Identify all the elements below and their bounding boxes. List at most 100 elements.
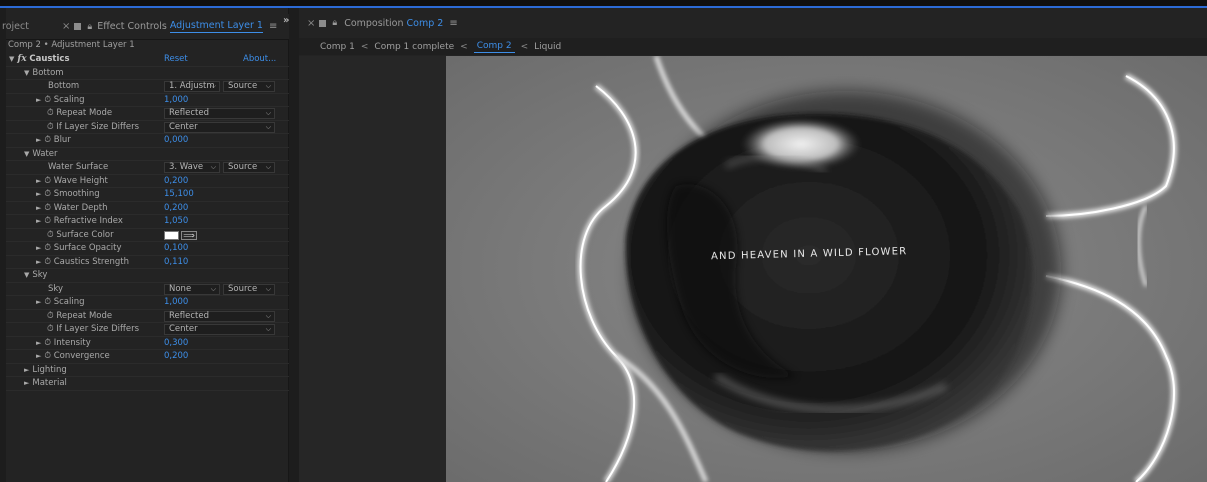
effect-row-caustics[interactable]: ▼ fx Caustics Reset About... — [6, 53, 289, 67]
close-icon[interactable]: × — [307, 18, 315, 29]
panel-menu-icon[interactable]: ≡ — [449, 18, 457, 29]
group-label: Bottom — [32, 67, 64, 78]
scaling-value[interactable]: 1,000 — [164, 95, 188, 105]
tab-layer-name[interactable]: Adjustment Layer 1 — [169, 20, 263, 33]
expand-triangle-icon[interactable]: ► — [36, 298, 41, 306]
source-dropdown[interactable]: Source ⌵ — [223, 283, 275, 295]
composition-panel: × 🔒︎ Composition Comp 2 ≡ Comp 1 < Comp … — [299, 8, 1207, 482]
layer-dropdown[interactable]: None ⌵ — [164, 283, 220, 295]
reset-link[interactable]: Reset — [164, 54, 188, 64]
expand-triangle-icon[interactable]: ► — [24, 366, 29, 374]
group-material[interactable]: ► Material — [6, 377, 289, 391]
group-water[interactable]: ▼ Water — [6, 148, 289, 161]
water-depth-value[interactable]: 0,200 — [164, 203, 188, 213]
breadcrumb-comp-2[interactable]: Comp 2 — [473, 41, 515, 53]
chevron-down-icon: ⌵ — [210, 284, 216, 293]
prop-surface-color: ⏱︎ Surface Color ⟹ — [6, 229, 289, 242]
stopwatch-icon[interactable]: ⏱︎ — [44, 216, 51, 226]
stopwatch-icon[interactable]: ⏱︎ — [47, 108, 54, 118]
stopwatch-icon[interactable]: ⏱︎ — [47, 311, 54, 321]
panel-overflow-icon[interactable]: » — [283, 15, 289, 26]
expand-triangle-icon[interactable]: ▼ — [24, 150, 29, 158]
if-layer-size-dropdown[interactable]: Center ⌵ — [164, 324, 275, 335]
stopwatch-icon[interactable]: ⏱︎ — [44, 243, 51, 253]
breadcrumb-separator: < — [460, 41, 468, 52]
stopwatch-icon[interactable]: ⏱︎ — [44, 257, 51, 267]
expand-triangle-icon[interactable]: ► — [36, 136, 41, 144]
group-lighting[interactable]: ► Lighting — [6, 364, 289, 377]
group-bottom[interactable]: ▼ Bottom — [6, 67, 289, 80]
composition-render — [446, 56, 1207, 482]
chevron-down-icon: ⌵ — [265, 325, 271, 333]
stopwatch-icon[interactable]: ⏱︎ — [47, 122, 54, 132]
panel-menu-icon[interactable]: ≡ — [269, 21, 277, 32]
expand-triangle-icon[interactable]: ► — [36, 217, 41, 225]
expand-triangle-icon[interactable]: ► — [36, 96, 41, 104]
breadcrumb: Comp 1 < Comp 1 complete < Comp 2 < Liqu… — [299, 38, 1207, 55]
eyedropper-icon[interactable]: ⟹ — [181, 230, 197, 240]
stopwatch-icon[interactable]: ⏱︎ — [44, 176, 51, 186]
layer-dropdown[interactable]: 3. Wave ⌵ — [164, 162, 220, 173]
breadcrumb-comp-1-complete[interactable]: Comp 1 complete — [374, 42, 454, 52]
expand-triangle-icon[interactable]: ► — [36, 352, 41, 360]
repeat-mode-dropdown[interactable]: Reflected ⌵ — [164, 310, 275, 322]
expand-triangle-icon[interactable]: ▼ — [9, 55, 14, 63]
color-swatch[interactable] — [164, 230, 179, 240]
prop-intensity: ► ⏱︎ Intensity 0,300 — [6, 337, 289, 350]
breadcrumb-liquid[interactable]: Liquid — [534, 42, 561, 52]
about-link[interactable]: About... — [243, 54, 276, 64]
sky-scaling-value[interactable]: 1,000 — [164, 297, 188, 307]
prop-wave-height: ► ⏱︎ Wave Height 0,200 — [6, 175, 289, 188]
surface-opacity-value[interactable]: 0,100 — [164, 243, 188, 253]
stopwatch-icon[interactable]: ⏱︎ — [47, 230, 54, 240]
repeat-mode-dropdown[interactable]: Reflected ⌵ — [164, 108, 275, 119]
expand-triangle-icon[interactable]: ► — [36, 204, 41, 212]
stopwatch-icon[interactable]: ⏱︎ — [44, 203, 51, 213]
stopwatch-icon[interactable]: ⏱︎ — [44, 351, 51, 361]
expand-triangle-icon[interactable]: ► — [36, 177, 41, 185]
prop-caustics-strength: ► ⏱︎ Caustics Strength 0,110 — [6, 256, 289, 269]
prop-sky-scaling: ► ⏱︎ Scaling 1,000 — [6, 296, 289, 310]
lock-icon[interactable]: 🔒︎ — [87, 22, 92, 32]
expand-triangle-icon[interactable]: ▼ — [24, 271, 29, 279]
top-highlight-bar — [0, 0, 1207, 8]
if-layer-size-dropdown[interactable]: Center ⌵ — [164, 121, 275, 133]
stopwatch-icon[interactable]: ⏱︎ — [47, 324, 54, 334]
expand-triangle-icon[interactable]: ► — [36, 244, 41, 252]
layer-dropdown[interactable]: 1. Adjustm ⌵ — [164, 81, 220, 92]
wave-height-value[interactable]: 0,200 — [164, 176, 188, 186]
group-sky[interactable]: ▼ Sky — [6, 269, 289, 283]
prop-water-surface: Water Surface 3. Wave ⌵ Source ⌵ — [6, 161, 289, 175]
tab-project[interactable]: roject — [2, 21, 62, 32]
expand-triangle-icon[interactable]: ► — [36, 190, 41, 198]
expand-triangle-icon[interactable]: ► — [36, 339, 41, 347]
expand-triangle-icon[interactable]: ▼ — [24, 69, 29, 77]
caustics-strength-value[interactable]: 0,110 — [164, 257, 188, 267]
expand-triangle-icon[interactable]: ► — [24, 379, 29, 387]
stopwatch-icon[interactable]: ⏱︎ — [44, 95, 51, 105]
close-icon[interactable]: × — [62, 21, 70, 32]
smoothing-value[interactable]: 15,100 — [164, 189, 194, 199]
tab-composition[interactable]: Composition — [344, 18, 403, 29]
tab-effect-controls[interactable]: Effect Controls — [97, 21, 167, 32]
chevron-down-icon: ⌵ — [265, 122, 271, 131]
stopwatch-icon[interactable]: ⏱︎ — [44, 338, 51, 348]
refractive-index-value[interactable]: 1,050 — [164, 216, 188, 226]
prop-scaling: ► ⏱︎ Scaling 1,000 — [6, 94, 289, 107]
intensity-value[interactable]: 0,300 — [164, 338, 188, 348]
breadcrumb-comp-1[interactable]: Comp 1 — [320, 42, 355, 52]
tab-comp-name[interactable]: Comp 2 — [407, 18, 444, 29]
left-panel-tabs: roject × 🔒︎ Effect Controls Adjustment L… — [2, 14, 289, 40]
blur-value[interactable]: 0,000 — [164, 135, 188, 145]
stopwatch-icon[interactable]: ⏱︎ — [44, 135, 51, 145]
chevron-down-icon: ⌵ — [265, 284, 271, 293]
stopwatch-icon[interactable]: ⏱︎ — [44, 297, 51, 307]
fx-icon[interactable]: fx — [17, 54, 26, 64]
stopwatch-icon[interactable]: ⏱︎ — [44, 189, 51, 199]
source-dropdown[interactable]: Source ⌵ — [223, 81, 275, 92]
expand-triangle-icon[interactable]: ► — [36, 258, 41, 266]
convergence-value[interactable]: 0,200 — [164, 351, 188, 361]
lock-icon[interactable]: 🔒︎ — [332, 18, 337, 28]
source-dropdown[interactable]: Source ⌵ — [223, 162, 275, 173]
composition-viewer[interactable]: AND HEAVEN IN A WILD FLOWER — [446, 56, 1207, 482]
